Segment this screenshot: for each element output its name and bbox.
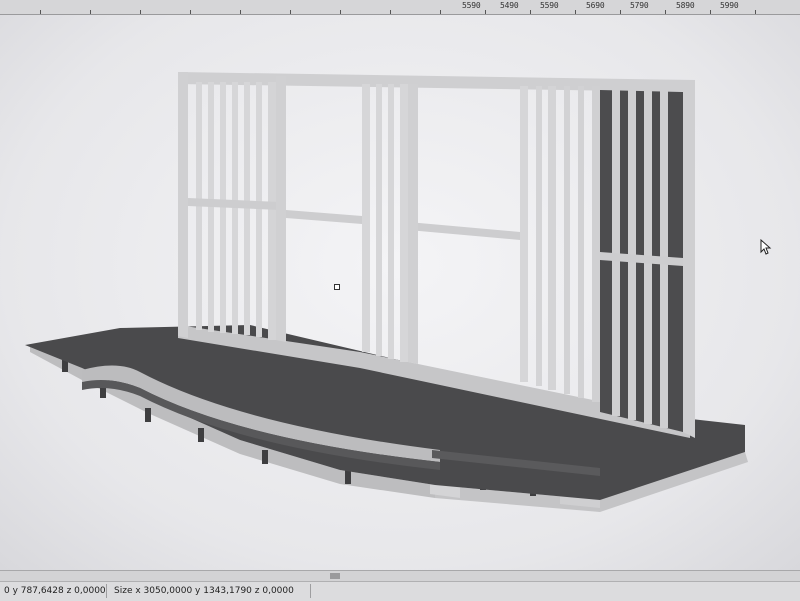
slat bbox=[400, 84, 408, 362]
ruler-tick bbox=[755, 10, 756, 14]
right-center-slat-panel bbox=[520, 86, 600, 402]
ruler-label: 5790 bbox=[630, 1, 649, 10]
ruler-label: 5690 bbox=[586, 1, 605, 10]
ruler-tick bbox=[90, 10, 91, 14]
ruler-tick bbox=[575, 10, 576, 14]
ruler-tick bbox=[665, 10, 666, 14]
slat bbox=[548, 86, 556, 390]
right-dark-panel bbox=[600, 90, 683, 432]
left-slat-panel bbox=[188, 82, 280, 340]
ruler-label: 5590 bbox=[540, 1, 559, 10]
support-leg bbox=[262, 450, 268, 464]
middle-panel-post bbox=[408, 84, 418, 364]
top-ruler: 5590 5490 5590 5690 5790 5890 5990 bbox=[0, 0, 800, 15]
center-panel-left-post bbox=[276, 76, 286, 342]
ruler-tick bbox=[440, 10, 441, 14]
ruler-tick bbox=[485, 10, 486, 14]
3d-viewport[interactable] bbox=[0, 15, 800, 570]
slat bbox=[520, 86, 528, 382]
ruler-tick bbox=[240, 10, 241, 14]
selection-size-readout: Size x 3050,0000 y 1343,1790 z 0,0000 bbox=[114, 586, 294, 596]
ruler-tick bbox=[290, 10, 291, 14]
frame-top-rail bbox=[178, 72, 695, 92]
status-bar: 0 y 787,6428 z 0,0000 Size x 3050,0000 y… bbox=[0, 581, 800, 601]
ruler-tick bbox=[620, 10, 621, 14]
ruler-tick bbox=[390, 10, 391, 14]
slat bbox=[362, 84, 370, 352]
slat bbox=[592, 86, 600, 402]
middle-slat-panel bbox=[362, 84, 520, 364]
stage-3d-model[interactable] bbox=[0, 15, 800, 570]
ruler-tick bbox=[340, 10, 341, 14]
pick-point-marker[interactable] bbox=[334, 284, 340, 290]
slat bbox=[268, 82, 276, 340]
scrollbar-thumb[interactable] bbox=[330, 573, 340, 579]
ruler-tick bbox=[710, 10, 711, 14]
horizontal-scrollbar[interactable] bbox=[0, 570, 800, 581]
support-leg bbox=[345, 470, 351, 484]
frame-left-post bbox=[178, 72, 188, 338]
slat bbox=[536, 86, 542, 386]
frame-right-post bbox=[683, 80, 695, 438]
slat bbox=[388, 84, 394, 359]
arrow-cursor-icon bbox=[760, 239, 772, 255]
support-leg bbox=[145, 408, 151, 422]
center-crossbar bbox=[286, 210, 362, 224]
cursor-coordinates: 0 y 787,6428 z 0,0000 bbox=[4, 586, 106, 596]
ruler-tick bbox=[40, 10, 41, 14]
ruler-label: 5490 bbox=[500, 1, 519, 10]
ruler-tick bbox=[140, 10, 141, 14]
ruler-tick bbox=[190, 10, 191, 14]
status-separator bbox=[106, 584, 107, 598]
middle-crossbar bbox=[408, 222, 520, 240]
support-leg bbox=[198, 428, 204, 442]
ruler-label: 5990 bbox=[720, 1, 739, 10]
status-separator bbox=[310, 584, 311, 598]
slat bbox=[578, 86, 584, 398]
ruler-label: 5590 bbox=[462, 1, 481, 10]
slat bbox=[256, 82, 262, 337]
slat bbox=[564, 86, 570, 394]
ruler-label: 5890 bbox=[676, 1, 695, 10]
slat bbox=[376, 84, 382, 356]
ruler-tick bbox=[530, 10, 531, 14]
